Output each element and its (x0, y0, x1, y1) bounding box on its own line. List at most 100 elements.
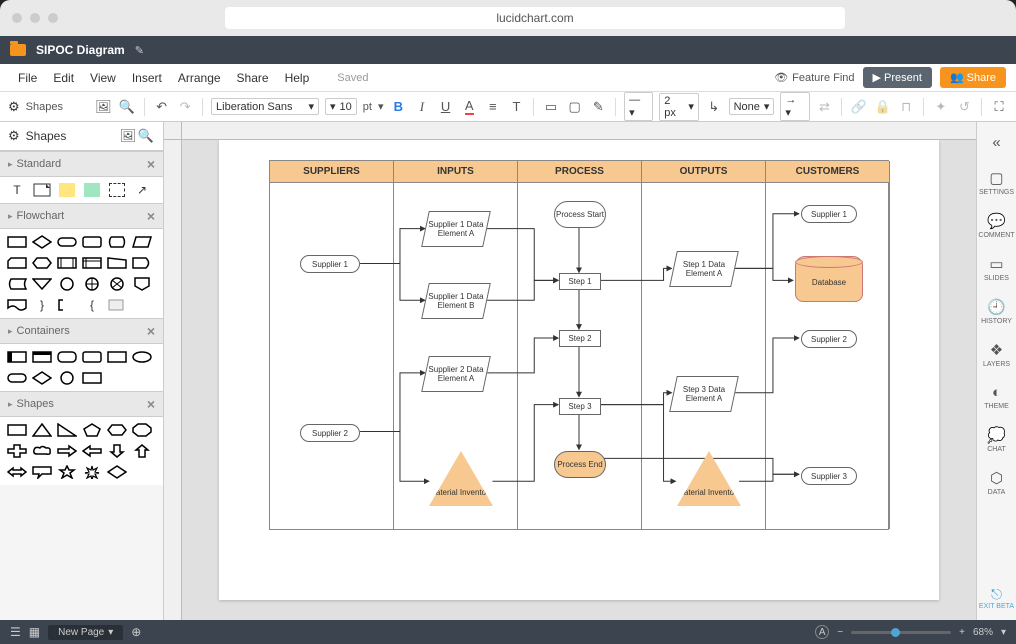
fullscreen-icon[interactable]: ⛶ (990, 98, 1008, 116)
node-cust2[interactable]: Supplier 2 (801, 330, 857, 348)
fc-rbrace[interactable]: } (31, 296, 53, 314)
panel-search-icon[interactable]: 🔍 (137, 127, 155, 145)
group-standard[interactable]: Standard× (0, 151, 163, 177)
group-containers[interactable]: Containers× (0, 318, 163, 344)
ct-5[interactable] (106, 348, 128, 366)
present-button[interactable]: ▶ Present (863, 67, 932, 88)
canvas[interactable]: SUPPLIERS INPUTS PROCESS OUTPUTS CUSTOME… (182, 140, 976, 620)
bold-icon[interactable]: B (389, 98, 407, 116)
sh-cloud[interactable] (31, 442, 53, 460)
fc-internal[interactable] (81, 254, 103, 272)
ct-9[interactable] (56, 369, 78, 387)
fc-card[interactable] (6, 254, 28, 272)
rp-chat[interactable]: 💭CHAT (977, 418, 1016, 461)
paint-icon[interactable]: ✦ (932, 98, 950, 116)
line-color-icon[interactable]: ✎ (589, 98, 607, 116)
ct-8[interactable] (31, 369, 53, 387)
text-icon[interactable]: T (508, 98, 526, 116)
underline-icon[interactable]: U (437, 98, 455, 116)
sh-star2[interactable] (81, 463, 103, 481)
menu-edit[interactable]: Edit (45, 71, 82, 85)
fc-delay[interactable] (131, 254, 153, 272)
close-icon[interactable]: × (147, 396, 155, 412)
node-pstart[interactable]: Process Start (554, 201, 606, 228)
rp-theme[interactable]: ◐THEME (977, 376, 1016, 418)
sh-cross[interactable] (6, 442, 28, 460)
close-icon[interactable]: × (147, 323, 155, 339)
node-step3[interactable]: Step 3 (559, 398, 601, 415)
fc-sum[interactable] (106, 275, 128, 293)
node-step1[interactable]: Step 1 (559, 273, 601, 290)
sh-hex[interactable] (106, 421, 128, 439)
connector-icon[interactable]: ↳ (705, 98, 723, 116)
autosave-icon[interactable]: A (815, 625, 829, 639)
sh-rtri[interactable] (56, 421, 78, 439)
redo-icon[interactable]: ↷ (176, 98, 194, 116)
hdr-process[interactable]: PROCESS (518, 161, 641, 183)
sh-rect[interactable] (6, 421, 28, 439)
zoom-value[interactable]: 68% (973, 627, 993, 638)
sticky-yellow[interactable] (56, 181, 78, 199)
folder-icon[interactable] (10, 44, 26, 56)
fc-para[interactable] (131, 233, 153, 251)
ct-1[interactable] (6, 348, 28, 366)
node-out-step1[interactable]: Step 1 Data Element A (669, 251, 739, 287)
revert-icon[interactable]: ↺ (956, 98, 974, 116)
menu-view[interactable]: View (82, 71, 124, 85)
fc-display[interactable] (106, 233, 128, 251)
ct-4[interactable] (81, 348, 103, 366)
italic-icon[interactable]: I (413, 98, 431, 116)
node-s2dataA[interactable]: Supplier 2 Data Element A (421, 356, 491, 392)
sh-uarr[interactable] (131, 442, 153, 460)
node-step2[interactable]: Step 2 (559, 330, 601, 347)
line-ops-icon[interactable]: ⇄ (816, 98, 834, 116)
ct-10[interactable] (81, 369, 103, 387)
sipoc-table[interactable]: SUPPLIERS INPUTS PROCESS OUTPUTS CUSTOME… (269, 160, 889, 530)
stroke-width-select[interactable]: 2 px ▾ (659, 93, 699, 121)
rp-settings[interactable]: ▢SETTINGS (977, 161, 1016, 204)
fc-diamond[interactable] (31, 233, 53, 251)
border-icon[interactable]: ▢ (566, 98, 584, 116)
node-supplier1[interactable]: Supplier 1 (300, 255, 360, 273)
ct-6[interactable] (131, 348, 153, 366)
font-select[interactable]: Liberation Sans▾ (211, 98, 319, 115)
sh-larr[interactable] (81, 442, 103, 460)
sh-tri[interactable] (31, 421, 53, 439)
fc-rounded[interactable] (81, 233, 103, 251)
grid-view-icon[interactable]: ▦ (29, 625, 40, 639)
group-shapes[interactable]: Shapes× (0, 391, 163, 417)
list-view-icon[interactable]: ☰ (10, 625, 21, 639)
sh-star[interactable] (56, 463, 78, 481)
sh-pent[interactable] (81, 421, 103, 439)
gear-icon[interactable]: ⚙ (8, 99, 20, 115)
add-page-icon[interactable]: ⊕ (131, 625, 141, 639)
fc-storage[interactable] (6, 275, 28, 293)
hotspot-shape[interactable] (106, 181, 128, 199)
menu-help[interactable]: Help (277, 71, 318, 85)
ct-7[interactable] (6, 369, 28, 387)
hdr-outputs[interactable]: OUTPUTS (642, 161, 765, 183)
hdr-suppliers[interactable]: SUPPLIERS (270, 161, 393, 183)
doc-title[interactable]: SIPOC Diagram (36, 43, 125, 57)
rp-data[interactable]: ⬡DATA (977, 461, 1016, 504)
fc-or[interactable] (81, 275, 103, 293)
arrow-shape[interactable]: ↗ (131, 181, 153, 199)
sh-oct[interactable] (131, 421, 153, 439)
menu-file[interactable]: File (10, 71, 45, 85)
sh-biarr[interactable] (6, 463, 28, 481)
node-out-step3[interactable]: Step 3 Data Element A (669, 376, 739, 412)
fc-connector[interactable] (56, 275, 78, 293)
magnet-icon[interactable]: ⊓ (897, 98, 915, 116)
rp-history[interactable]: 🕘HISTORY (977, 290, 1016, 333)
close-icon[interactable]: × (147, 208, 155, 224)
lock-icon[interactable]: 🔒 (874, 98, 892, 116)
node-s1dataB[interactable]: Supplier 1 Data Element B (421, 283, 491, 319)
fc-hex[interactable] (31, 254, 53, 272)
close-icon[interactable]: × (147, 156, 155, 172)
text-shape[interactable]: T (6, 181, 28, 199)
page[interactable]: SUPPLIERS INPUTS PROCESS OUTPUTS CUSTOME… (219, 140, 939, 600)
panel-image-icon[interactable]: 🖼 (119, 127, 137, 145)
arrow-style-select[interactable]: → ▾ (780, 92, 809, 121)
sticky-green[interactable] (81, 181, 103, 199)
font-color-icon[interactable]: A (460, 98, 478, 116)
